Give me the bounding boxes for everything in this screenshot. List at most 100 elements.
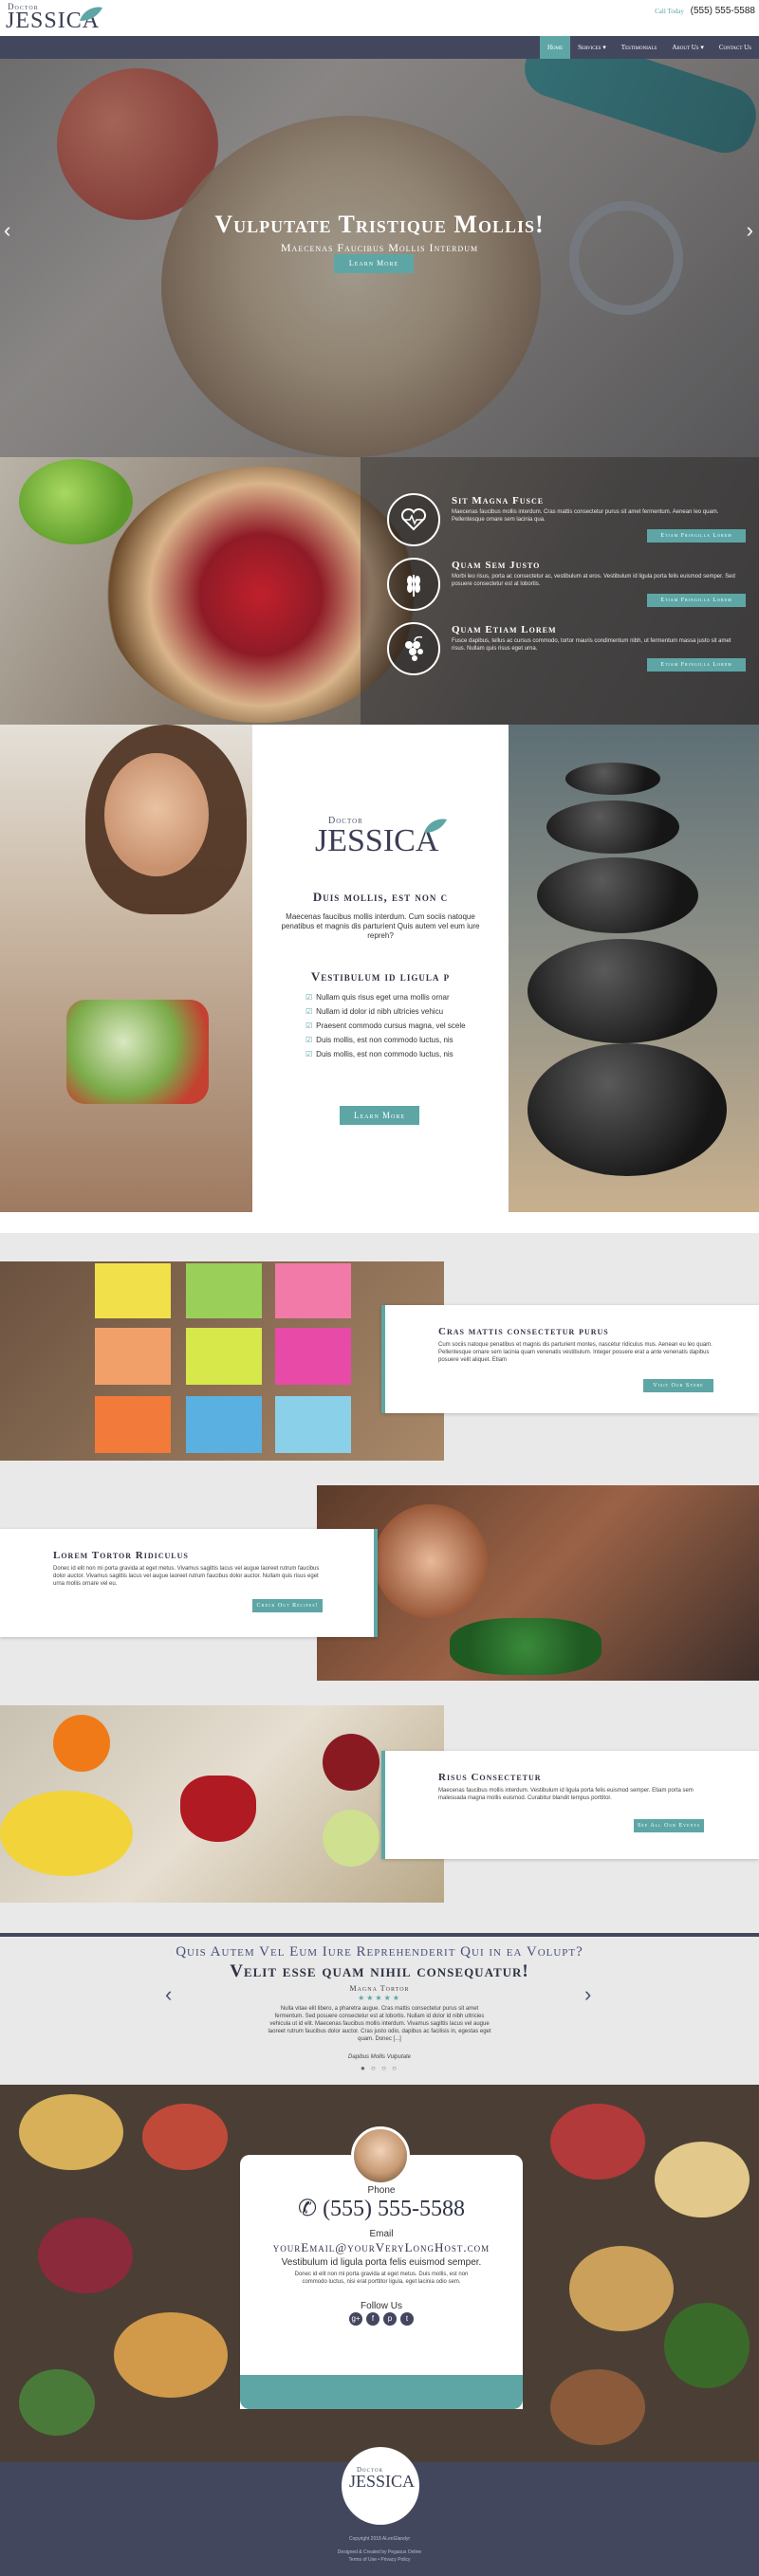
leaf-icon <box>80 7 102 21</box>
footer-links[interactable]: Terms of Use • Privacy Policy <box>0 2557 759 2563</box>
card-text: Donec id elit non mi porta gravida at eg… <box>53 1566 320 1587</box>
credit-text: Designed & Created by Pegasus Online <box>337 2549 422 2555</box>
feature-item: Quam Sem Justo Morbi leo risus, porta ac… <box>387 558 748 615</box>
call-today: Call Today (555) 555-5588 <box>655 6 755 16</box>
feature-text: Morbi leo risus, porta ac consectetur ac… <box>452 574 735 587</box>
twitter-icon[interactable]: t <box>400 2312 414 2326</box>
hero-subtitle: Maecenas Faucibus Mollis Interdum <box>280 241 479 254</box>
checklist-item: ☑ Nullam id dolor id nibh ultricies vehic… <box>305 1007 444 1016</box>
slider-dots[interactable]: ● ○ ○ ○ <box>0 2064 759 2072</box>
kitchen-image <box>317 1485 759 1681</box>
footer-logo[interactable]: Doctor JESSICA <box>342 2447 419 2525</box>
about-checklist: ☑ Nullam quis risus eget urna mollis orna… <box>305 990 466 1061</box>
email-label: Email <box>369 2229 394 2239</box>
highlight-card: Cras mattis consectetur purus Cum sociis… <box>381 1305 759 1413</box>
site-footer: Doctor JESSICA Copyright 2018 ALenGlandy… <box>0 2447 759 2576</box>
feature-text: Maecenas faucibus mollis interdum. Cras … <box>452 509 719 523</box>
feature-button[interactable]: Etiam Fringilla Lorem <box>647 658 746 672</box>
about-intro: Maecenas faucibus mollis interdum. Cum s… <box>281 912 480 940</box>
feature-text: Fusce dapibus, tellus ac cursus commodo,… <box>452 638 731 652</box>
about-panel: Doctor JESSICA Duis mollis, est non c Ma… <box>252 725 509 1212</box>
hero-learn-more-button[interactable]: Learn More <box>334 254 414 273</box>
testimonial-question: Quis Autem Vel Eum Iure Reprehenderit Qu… <box>176 1944 583 1960</box>
testimonial-section: Quis Autem Vel Eum Iure Reprehenderit Qu… <box>0 1933 759 2085</box>
hero-next-arrow-icon[interactable]: › <box>747 218 753 243</box>
pinterest-icon[interactable]: p <box>383 2312 397 2326</box>
avatar <box>351 2126 410 2185</box>
feature-title: Sit Magna Fusce <box>452 495 545 506</box>
testimonial-prev-arrow-icon[interactable]: ‹ <box>165 1982 172 2007</box>
recipes-button[interactable]: Check Out Recipes! <box>252 1599 323 1612</box>
nav-services[interactable]: Services ▾ <box>570 36 614 59</box>
contact-blurb: Donec id elit non mi porta gravida at eg… <box>294 2272 469 2285</box>
google-plus-icon[interactable]: g+ <box>349 2312 362 2326</box>
site-logo[interactable]: Doctor JESSICA <box>4 2 108 34</box>
about-learn-more-button[interactable]: Learn More <box>340 1106 419 1125</box>
main-nav: Home Services ▾ Testimonials About Us ▾ … <box>0 36 759 59</box>
woman-salad-image <box>0 725 252 1212</box>
grapes-icon <box>387 622 440 675</box>
card-text: Maecenas faucibus mollis interdum. Vesti… <box>438 1788 694 1801</box>
checkbox-icon: ☑ <box>305 1036 313 1044</box>
features-section: Sit Magna Fusce Maecenas faucibus mollis… <box>0 457 759 725</box>
follow-label: Follow Us <box>361 2301 402 2311</box>
call-label: Call Today <box>655 8 684 15</box>
rating-stars-icon: ★★★★★ <box>358 1994 401 2002</box>
card-text: Cum sociis natoque penatibus et magnis d… <box>438 1342 713 1363</box>
stacked-stones-image <box>509 725 759 1212</box>
highlight-card: Risus Consectetur Maecenas faucibus moll… <box>381 1751 759 1859</box>
contact-tagline: Vestibulum id ligula porta felis euismod… <box>281 2257 482 2268</box>
feature-item: Sit Magna Fusce Maecenas faucibus mollis… <box>387 493 748 550</box>
leaf-icon <box>424 819 447 833</box>
checkbox-icon: ☑ <box>305 1021 313 1030</box>
contact-email[interactable]: yourEmail@yourVeryLongHost.com <box>240 2240 523 2255</box>
checkbox-icon: ☑ <box>305 993 313 1002</box>
wheat-icon <box>387 558 440 611</box>
feature-button[interactable]: Etiam Fringilla Lorem <box>647 529 746 543</box>
contact-card: Phone ✆ (555) 555-5588 Email yourEmail@y… <box>240 2155 523 2409</box>
checklist-item: ☑ Nullam quis risus eget urna mollis orna… <box>305 993 450 1002</box>
nav-home[interactable]: Home <box>539 36 571 59</box>
checkbox-icon: ☑ <box>305 1007 313 1016</box>
card-title: Risus Consectetur <box>438 1772 542 1783</box>
feature-button[interactable]: Etiam Fringilla Lorem <box>647 594 746 607</box>
highlight-card: Lorem Tortor Ridiculus Donec id elit non… <box>0 1529 378 1637</box>
about-heading: Duis mollis, est non c <box>312 890 449 904</box>
nav-about[interactable]: About Us ▾ <box>664 36 712 59</box>
events-button[interactable]: See All Our Events <box>634 1819 704 1832</box>
fruit-heart-image <box>0 1705 444 1903</box>
checklist-item: ☑ Duis mollis, est non commodo luctus, ni… <box>305 1050 454 1058</box>
copyright-text: Copyright 2018 ALenGlandyr <box>348 2536 411 2542</box>
nav-testimonials[interactable]: Testimonials <box>614 36 665 59</box>
mind-body-notes-image <box>0 1261 444 1461</box>
card-title: Cras mattis consectetur purus <box>438 1326 609 1337</box>
feature-title: Quam Etiam Lorem <box>452 624 557 635</box>
highlights-section: Cras mattis consectetur purus Cum sociis… <box>0 1233 759 1935</box>
visit-store-button[interactable]: Visit Our Store <box>643 1379 713 1392</box>
contact-section: Phone ✆ (555) 555-5588 Email yourEmail@y… <box>0 2085 759 2462</box>
hero-prev-arrow-icon[interactable]: ‹ <box>4 218 10 243</box>
call-number[interactable]: (555) 555-5588 <box>691 6 755 16</box>
site-header: Doctor JESSICA Call Today (555) 555-5588 <box>0 0 759 36</box>
testimonial-body: Nulla vitae elit libero, a pharetra augu… <box>268 2006 491 2042</box>
feature-title: Quam Sem Justo <box>452 560 541 571</box>
checklist-item: ☑ Praesent commodo cursus magna, vel scel… <box>305 1021 466 1030</box>
feature-item: Quam Etiam Lorem Fusce dapibus, tellus a… <box>387 622 748 679</box>
about-subheading: Vestibulum id ligula p <box>310 969 451 984</box>
about-logo: Doctor JESSICA <box>315 816 448 863</box>
phone-icon: ✆ <box>297 2197 324 2221</box>
testimonial-next-arrow-icon[interactable]: › <box>584 1982 591 2007</box>
facebook-icon[interactable]: f <box>366 2312 380 2326</box>
testimonial-name: Magna Tortor <box>349 1984 410 1993</box>
social-links: g+ f p t <box>240 2312 523 2326</box>
checklist-item: ☑ Duis mollis, est non commodo luctus, ni… <box>305 1036 454 1044</box>
testimonial-headline: Velit esse quam nihil consequatur! <box>230 1961 529 1981</box>
nav-contact[interactable]: Contact Us <box>712 36 759 59</box>
testimonial-author: Dapibus Mollis Vulputate <box>348 2054 411 2060</box>
checkbox-icon: ☑ <box>305 1050 313 1058</box>
contact-phone[interactable]: ✆ (555) 555-5588 <box>240 2195 523 2222</box>
about-section: Doctor JESSICA Duis mollis, est non c Ma… <box>0 725 759 1212</box>
heart-pulse-icon <box>387 493 440 546</box>
hero-title: Vulputate Tristique Mollis! <box>214 211 545 238</box>
hero-slider: Vulputate Tristique Mollis! Maecenas Fau… <box>0 59 759 457</box>
